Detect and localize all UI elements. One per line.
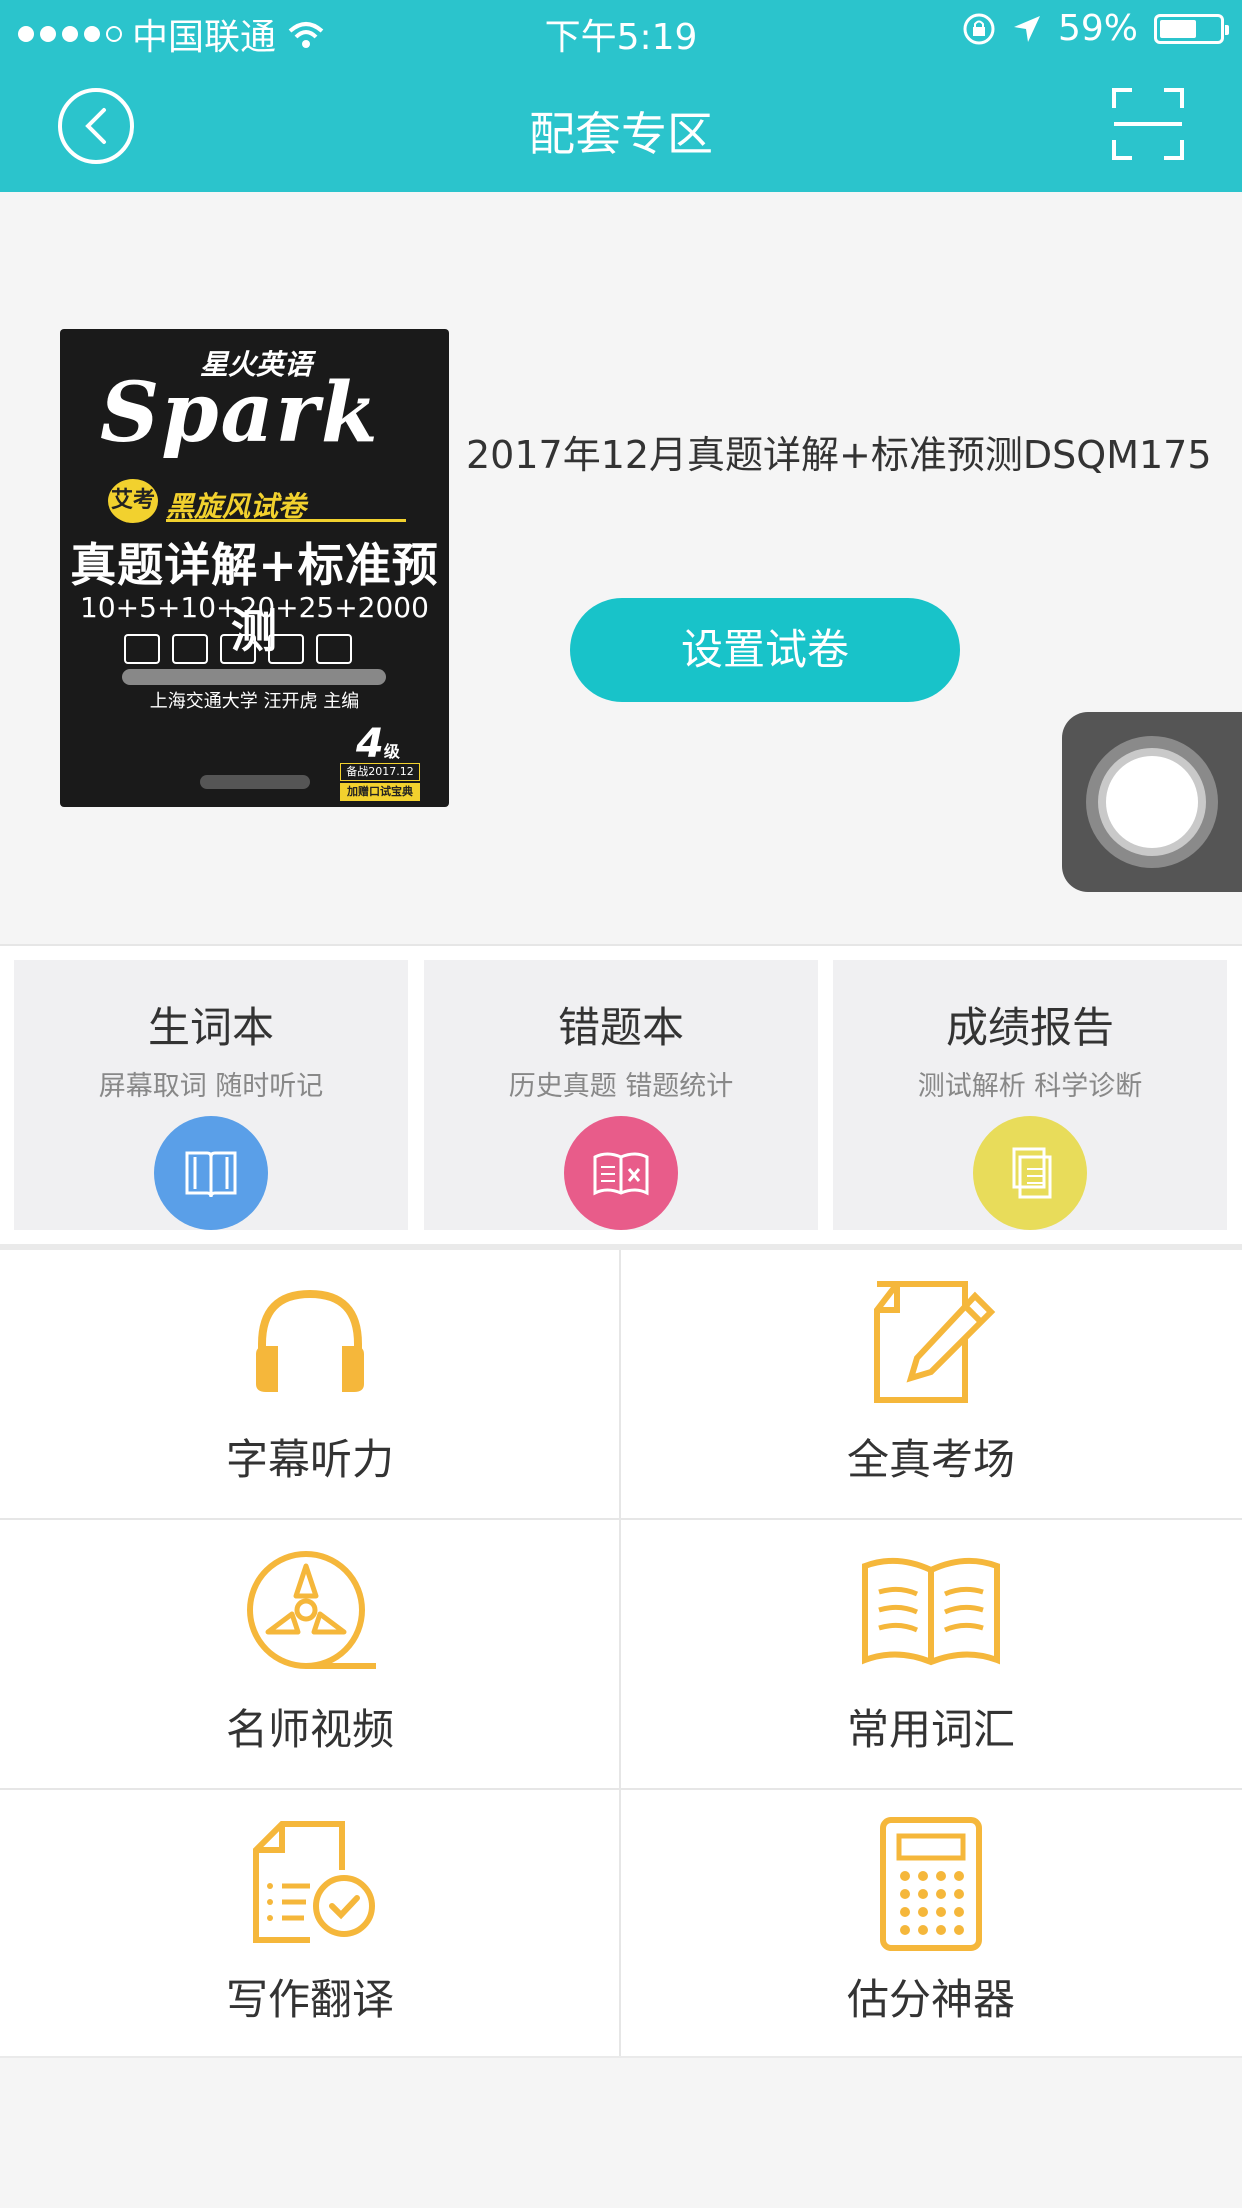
calculator-icon [880,1817,982,1951]
feature-grid: 字幕听力 全真考场 名师视频 常用词汇 写作翻译 估分神器 [0,1250,1242,2056]
feature-writing-translation[interactable]: 写作翻译 [0,1790,620,2060]
card-score-report[interactable]: 成绩报告 测试解析 科学诊断 [833,960,1227,1230]
cover-series-band: 艾考 黑旋风试卷 [108,479,408,523]
battery-percent: 59% [1057,8,1138,49]
card-subtitle: 测试解析 科学诊断 [917,1071,1143,1102]
card-subtitle: 屏幕取词 随时听记 [98,1071,324,1102]
wrong-book-icon [593,1152,649,1196]
card-title: 成绩报告 [945,1003,1114,1052]
book-cover[interactable]: 星火英语 Spark 艾考 黑旋风试卷 真题详解+标准预测 10+5+10+20… [60,329,449,807]
book-section: 星火英语 Spark 艾考 黑旋风试卷 真题详解+标准预测 10+5+10+20… [0,192,1242,944]
report-icon [1012,1147,1052,1199]
feature-teacher-video[interactable]: 名师视频 [0,1520,620,1790]
card-icon-circle [973,1116,1087,1230]
battery-icon [1154,13,1229,44]
card-icon-circle [154,1116,268,1230]
assistive-touch-button[interactable] [1062,712,1242,892]
feature-label: 常用词汇 [846,1705,1015,1754]
cover-series: 艾考 [108,479,158,523]
open-book-icon [862,1557,1000,1666]
headphones-icon [256,1289,364,1392]
scan-icon[interactable] [1112,88,1184,160]
cover-icons [124,634,352,664]
card-subtitle: 历史真题 错题统计 [508,1071,734,1102]
card-title: 错题本 [557,1003,684,1052]
cover-slogan-bar [122,669,386,685]
feature-mock-exam[interactable]: 全真考场 [621,1250,1241,1520]
cover-publisher-logo [200,775,310,789]
cover-tag-date: 备战2017.12 [340,763,420,781]
book-icon [185,1151,237,1198]
card-wrong-answers[interactable]: 错题本 历史真题 错题统计 [424,960,818,1230]
page-title: 配套专区 [529,107,713,161]
feature-score-estimator[interactable]: 估分神器 [621,1790,1241,2060]
cover-level: 4级 [356,721,400,767]
location-arrow-icon [1013,15,1040,42]
cover-brand: Spark [100,365,380,461]
feature-label: 估分神器 [846,1975,1015,2024]
card-title: 生词本 [147,1003,274,1052]
nav-bar: 配套专区 [0,60,1242,192]
cover-tag-bonus: 加赠口试宝典 [340,783,420,801]
feature-label: 名师视频 [225,1705,394,1754]
cover-numbers: 10+5+10+20+25+2000 [80,591,429,624]
film-reel-icon [247,1551,376,1669]
feature-label: 写作翻译 [225,1975,394,2024]
cover-author: 上海交通大学 汪开虎 主编 [149,691,360,712]
paper-pencil-icon [874,1281,996,1403]
feature-subtitle-listening[interactable]: 字幕听力 [0,1250,620,1520]
bottom-blank-area [0,2056,1242,2208]
feature-label: 全真考场 [846,1435,1015,1484]
book-title: 2017年12月真题详解+标准预测DSQM175 [466,433,1212,477]
feature-label: 字幕听力 [225,1435,394,1484]
rotation-lock-icon [963,13,995,44]
setup-paper-button[interactable]: 设置试卷 [570,598,960,702]
status-right: 59% [962,8,1229,49]
card-vocabulary-book[interactable]: 生词本 屏幕取词 随时听记 [14,960,408,1230]
status-bar: 中国联通 下午5:19 59% [0,0,1242,60]
tool-cards: 生词本 屏幕取词 随时听记 错题本 历史真题 错题统计 成绩报告 测试解析 科学… [0,946,1242,1244]
card-icon-circle [564,1116,678,1230]
document-check-icon [253,1821,375,1943]
feature-common-vocabulary[interactable]: 常用词汇 [621,1520,1241,1790]
